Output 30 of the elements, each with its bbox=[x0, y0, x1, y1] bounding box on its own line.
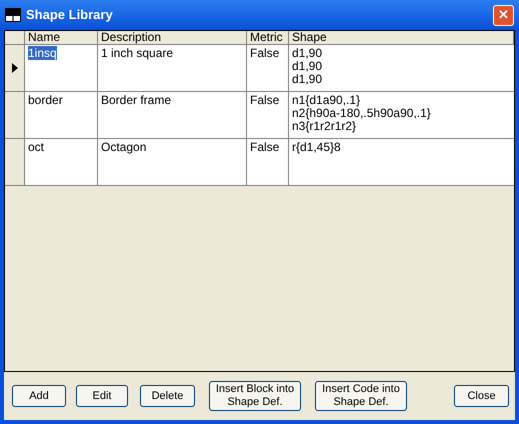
table-cell: Border frame bbox=[101, 93, 172, 107]
table-cell: 1insq bbox=[28, 46, 57, 60]
window-icon bbox=[5, 8, 21, 22]
shape-code-line: n1{d1a90,.1} bbox=[292, 94, 360, 107]
shape-code-line: d1,90 bbox=[292, 60, 322, 73]
shape-code-line: d1,90 bbox=[292, 73, 322, 86]
table-cell: False bbox=[250, 140, 280, 154]
dialog-button[interactable]: Insert Code into Shape Def. bbox=[315, 381, 407, 411]
shape-code-line: d1,90 bbox=[292, 47, 322, 60]
column-header[interactable]: Shape bbox=[289, 31, 514, 44]
shape-code-line: r{d1,45}8 bbox=[292, 141, 341, 154]
dialog-button[interactable]: Edit bbox=[76, 385, 128, 407]
dialog-button[interactable]: Insert Block into Shape Def. bbox=[209, 381, 301, 411]
column-header[interactable]: Name bbox=[25, 31, 98, 44]
current-row-icon bbox=[12, 63, 18, 73]
window-title: Shape Library bbox=[26, 6, 113, 24]
table-cell: False bbox=[250, 93, 280, 107]
dialog-button[interactable]: Close bbox=[454, 385, 509, 407]
table-cell: False bbox=[250, 46, 280, 60]
shape-code-line: n3{r1r2r1r2} bbox=[292, 120, 356, 133]
dialog-button[interactable]: Add bbox=[12, 385, 66, 407]
column-header[interactable]: Description bbox=[98, 31, 247, 44]
close-button[interactable]: ✕ bbox=[493, 4, 514, 26]
table-cell: Octagon bbox=[101, 140, 146, 154]
shape-code-line: n2{h90a-180,.5h90a90,.1} bbox=[292, 107, 431, 120]
table-cell: 1 inch square bbox=[101, 46, 174, 60]
table-cell: oct bbox=[28, 140, 44, 154]
dialog-button[interactable]: Delete bbox=[140, 385, 195, 407]
table-cell: border bbox=[28, 93, 63, 107]
column-header[interactable]: Metric bbox=[247, 31, 289, 44]
